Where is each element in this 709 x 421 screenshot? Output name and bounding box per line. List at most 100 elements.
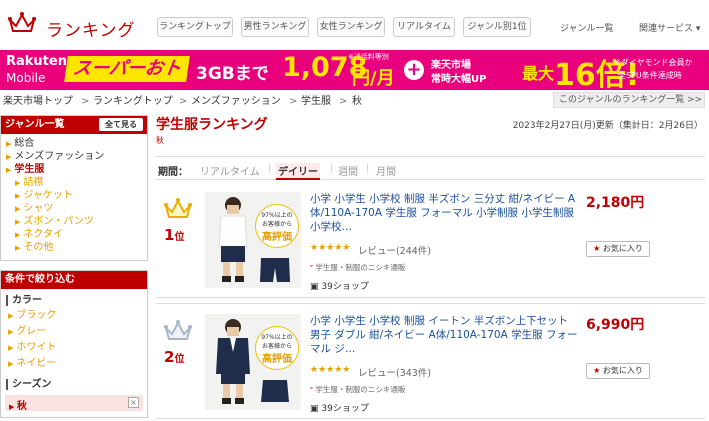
rating-stars: ★★★★★ [310,365,351,375]
genre-subitem[interactable]: ▶ ジャケット [15,190,73,202]
filter-panel: 条件で絞り込む カラー ▶ ブラック ▶ グレー ▶ ホワイト ▶ ネイビー シーズン … [0,270,148,418]
tab-separator: | [268,163,272,174]
nav-ranking-top[interactable]: ランキングトップ [157,17,233,37]
color-option[interactable]: ▶ ネイビー [8,358,56,370]
see-all-button[interactable]: 全て見る [99,118,143,131]
color-label: ホワイト [16,342,57,353]
page-subtitle: 秋 [156,136,164,145]
jacket-set-image [261,380,289,402]
tab-daily[interactable]: デイリー [276,163,320,180]
nav-male-ranking[interactable]: 男性ランキング [241,17,309,37]
store-icon: ▣ [310,404,319,414]
banner-diamond-note: ※ダイヤモンド会員か [614,58,693,67]
arrow-icon: ▶ [8,360,14,368]
season-selected[interactable]: ▶ 秋 × [5,395,143,412]
arrow-icon: ▶ [6,140,12,148]
student-figure-image [216,319,250,404]
banner-price-unit: 円/月 [352,68,395,89]
arrow-icon: ▶ [15,218,21,226]
genre-label: メンズファッション [14,151,105,162]
arrow-icon: ▶ [8,344,14,352]
arrow-icon: ▶ [6,166,12,174]
color-label: ブラック [16,310,57,321]
nav-female-ranking[interactable]: 女性ランキング [317,17,385,37]
color-label: グレー [16,326,47,337]
ranking-item: 1位 97%以上の お客様から 高評価 小学 小学生 小学校 制服 半ズボン 三分丈… [156,182,705,298]
genre-subitem[interactable]: ▶ ズボン・パンツ [15,216,94,228]
genre-subitem[interactable]: ▶ シャツ [15,203,53,215]
genre-panel: ジャンル一覧 全て見る ▶ 総合 ▶ メンズファッション ▶ 学生服 ▶ 詰襟 ▶ ジャケ… [0,115,148,261]
breadcrumb-sep: > [339,96,348,107]
tab-realtime[interactable]: リアルタイム [200,163,260,178]
plus-icon: + [404,60,424,80]
color-option[interactable]: ▶ グレー [8,326,46,338]
rating-badge: 97%以上の お客様から 高評価 [255,326,299,370]
genre-item-selected[interactable]: ▶ 学生服 [6,164,44,176]
product-title-link[interactable]: 小学 小学生 小学校 制服 イートン 半ズボン上下セット 男子 ダブル 紺/ネイ… [310,314,580,356]
genre-item[interactable]: ▶ 総合 [6,138,34,150]
tab-separator: | [366,163,370,174]
tab-monthly[interactable]: 月間 [376,163,396,178]
genre-label: ネクタイ [23,229,63,240]
clear-filter-icon[interactable]: × [128,397,139,408]
breadcrumb-sep: > [81,96,90,107]
genre-panel-title: ジャンル一覧 [5,119,65,130]
review-count-link[interactable]: レビュー(343件) [358,365,431,379]
breadcrumb-item[interactable]: メンズファッション [191,94,281,110]
updated-date: 2023年2月27日(月)更新（集計日：2月26日） [512,121,703,131]
breadcrumb-item[interactable]: ランキングトップ [93,94,173,110]
banner-spu-note: 全SPU条件達成時 [618,71,682,80]
season-filter-label: シーズン [6,379,52,390]
store-icon: ▣ [310,282,319,292]
tab-weekly[interactable]: 週間 [338,163,358,178]
rakuten-mobile-logo: Rakuten [6,54,67,69]
arrow-icon: ▶ [15,192,21,200]
super-otoku-label: スーパーおトク [64,56,190,90]
product-title-link[interactable]: 小学 小学生 小学校 制服 半ズボン 三分丈 紺/ネイビー A体/110A-17… [310,192,580,234]
genre-label: その他 [23,242,54,253]
genre-panel-header: ジャンル一覧 全て見る [1,116,147,134]
favorite-button[interactable]: ★ お気に入り [586,241,650,257]
shop-count-link[interactable]: ▣ 39ショップ [310,401,369,414]
genre-ranking-list-link[interactable]: このジャンルのランキング一覧 >> [553,92,705,108]
breadcrumb-sep: > [289,96,298,107]
rating-stars: ★★★★★ [310,243,351,253]
rating-badge: 97%以上の お客様から 高評価 [255,204,299,248]
arrow-icon: ▶ [15,179,21,187]
color-option[interactable]: ▶ ブラック [8,310,56,322]
genre-list-link[interactable]: ジャンル一覧 [560,21,614,34]
genre-subitem[interactable]: ▶ その他 [15,242,53,254]
nav-genre-first[interactable]: ジャンル別1位 [463,17,531,37]
breadcrumb-item[interactable]: 学生服 [301,94,331,110]
shorts-image [260,258,290,282]
banner-market-text: 楽天市場 [431,60,471,71]
related-services-link[interactable]: 関連サービス ▾ [639,21,700,34]
product-price: 6,990円 [586,317,645,333]
product-image[interactable]: 97%以上の お客様から 高評価 [205,192,301,288]
breadcrumb-item-current: 秋 [352,96,362,107]
page-header: ランキング ランキングトップ 男性ランキング 女性ランキング リアルタイム ジャ… [0,0,709,50]
rank-number: 1位 [164,226,185,244]
period-label: 期間： [158,167,188,178]
genre-subitem[interactable]: ▶ 詰襟 [15,177,43,189]
shop-link[interactable]: ᐣ 学生服・制服のニシキ通販 [310,384,405,395]
arrow-icon: ▶ [6,153,12,161]
nav-realtime[interactable]: リアルタイム [393,17,455,37]
favorite-button[interactable]: ★ お気に入り [586,363,650,379]
ranking-title[interactable]: ランキング [46,16,136,41]
period-tabs: 期間： リアルタイム | デイリー | 週間 | 月間 [156,156,705,180]
page-title: 学生服ランキング [156,117,268,133]
genre-subitem[interactable]: ▶ ネクタイ [15,229,63,241]
genre-item[interactable]: ▶ メンズファッション [6,151,104,163]
genre-label: ズボン・パンツ [23,216,94,227]
product-image[interactable]: 97%以上の お客様から 高評価 [205,314,301,410]
shop-link[interactable]: ᐣ 学生服・制服のニシキ通販 [310,262,405,273]
color-option[interactable]: ▶ ホワイト [8,342,56,354]
star-icon: ★ [593,366,601,375]
banner-max-text: 最大 [522,64,555,83]
breadcrumb-item[interactable]: 楽天市場トップ [3,94,73,110]
ranking-item: 2位 97%以上の お客様から 高評価 小学 小学生 小学校 制服 イートン 半ズボ… [156,303,705,419]
shop-count-link[interactable]: ▣ 39ショップ [310,279,369,292]
promo-banner[interactable]: Rakuten Mobile スーパーおトク 3GBまで ※通話料等別 1,07… [0,50,709,90]
review-count-link[interactable]: レビュー(244件) [358,243,431,257]
